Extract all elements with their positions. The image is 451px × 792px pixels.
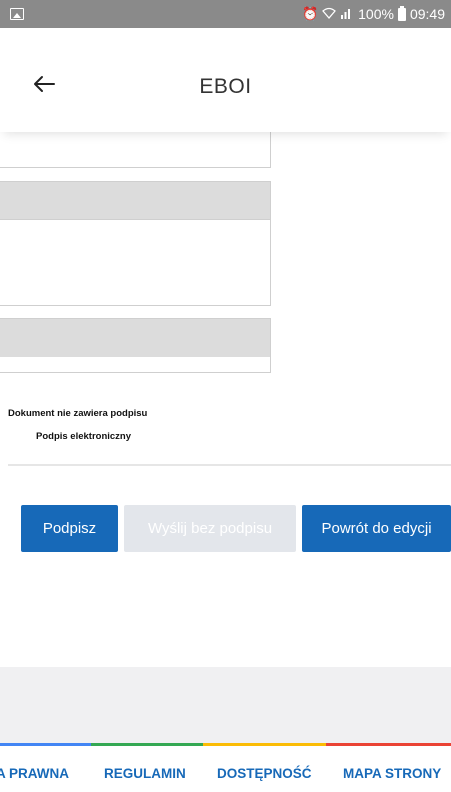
sign-button[interactable]: Podpisz (21, 505, 118, 552)
form-textarea[interactable] (0, 219, 271, 306)
page-title: EBOI (199, 75, 252, 98)
image-notification-icon (10, 8, 24, 20)
clock: 09:49 (409, 6, 445, 22)
form-section-header (0, 181, 271, 220)
signature-type: Podpis elektroniczny (36, 431, 132, 442)
signal-icon (340, 7, 354, 22)
footer-link-sitemap[interactable]: MAPA STRONY (343, 766, 441, 781)
form-field[interactable] (0, 357, 271, 373)
footer-links: A PRAWNA REGULAMIN DOSTĘPNOŚĆ MAPA STRON… (0, 746, 451, 792)
form-section-header (0, 318, 271, 358)
divider (8, 464, 451, 466)
app-header: EBOI (0, 28, 451, 132)
status-bar: ⏰ 100% 09:49 (0, 0, 451, 28)
signature-status: Dokument nie zawiera podpisu (8, 408, 148, 419)
alarm-icon: ⏰ (301, 6, 319, 21)
back-to-edit-button[interactable]: Powrót do edycji (302, 505, 451, 552)
wifi-icon (322, 7, 337, 22)
footer-link-legal[interactable]: A PRAWNA (0, 766, 69, 781)
send-unsigned-button[interactable]: Wyślij bez podpisu (124, 505, 296, 552)
battery-percent: 100% (358, 6, 394, 22)
footer-link-accessibility[interactable]: DOSTĘPNOŚĆ (217, 766, 312, 781)
battery-icon (397, 5, 406, 21)
footer-link-terms[interactable]: REGULAMIN (104, 766, 186, 781)
footer-background (0, 667, 451, 743)
